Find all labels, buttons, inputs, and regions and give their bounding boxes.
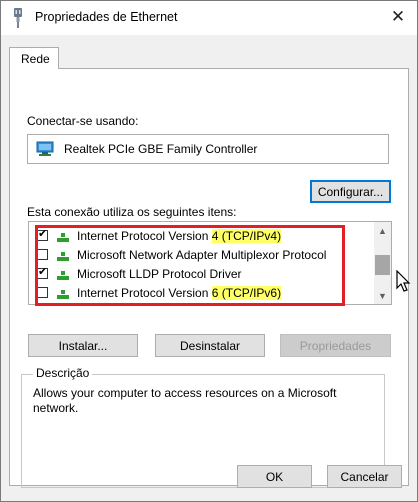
description-legend: Descrição bbox=[33, 366, 93, 380]
scroll-down-icon[interactable]: ▼ bbox=[374, 287, 391, 304]
tab-label: Rede bbox=[21, 52, 50, 66]
items-list-label: Esta conexão utiliza os seguintes itens: bbox=[27, 205, 237, 219]
ok-button[interactable]: OK bbox=[237, 465, 312, 488]
cancel-button[interactable]: Cancelar bbox=[327, 465, 402, 488]
checkbox-ipv4[interactable]: ✔ bbox=[37, 228, 48, 241]
network-adapter-icon bbox=[36, 141, 54, 156]
ethernet-plug-icon bbox=[14, 8, 22, 28]
dialog-body: Rede Conectar-se usando: Realtek PCIe GB… bbox=[1, 35, 417, 501]
items-list[interactable]: ✔ Internet Protocol Version 4 (TCP/IPv4)… bbox=[28, 221, 392, 305]
list-item-label: Internet Protocol Version 4 (TCP/IPv4) bbox=[77, 229, 282, 243]
title-bar: Propriedades de Ethernet ✕ bbox=[1, 1, 417, 35]
checkmark-icon: ✔ bbox=[38, 228, 48, 240]
checkbox-multiplexor[interactable] bbox=[37, 249, 48, 260]
list-item-label: Internet Protocol Version 6 (TCP/IPv6) bbox=[77, 286, 282, 300]
list-item-ipv4[interactable]: ✔ Internet Protocol Version 4 (TCP/IPv4) bbox=[29, 227, 374, 246]
list-item-lldp[interactable]: ✔ Microsoft LLDP Protocol Driver bbox=[29, 265, 374, 284]
window-title: Propriedades de Ethernet bbox=[35, 10, 178, 24]
list-item-label: Microsoft LLDP Protocol Driver bbox=[77, 267, 242, 281]
network-protocol-icon bbox=[57, 233, 69, 242]
tab-rede[interactable]: Rede bbox=[9, 47, 59, 69]
configure-button[interactable]: Configurar... bbox=[310, 180, 391, 203]
list-scrollbar[interactable]: ▲ ▼ bbox=[374, 222, 391, 304]
list-item-label: Microsoft Network Adapter Multiplexor Pr… bbox=[77, 248, 327, 262]
scrollbar-thumb[interactable] bbox=[375, 255, 390, 275]
list-item-ipv6[interactable]: Internet Protocol Version 6 (TCP/IPv6) bbox=[29, 284, 374, 303]
list-item-multiplexor[interactable]: Microsoft Network Adapter Multiplexor Pr… bbox=[29, 246, 374, 265]
checkbox-ipv6[interactable] bbox=[37, 287, 48, 298]
adapter-box: Realtek PCIe GBE Family Controller bbox=[27, 134, 389, 164]
network-protocol-icon bbox=[57, 271, 69, 280]
description-text: Allows your computer to access resources… bbox=[33, 386, 337, 415]
install-button[interactable]: Instalar... bbox=[28, 334, 138, 357]
network-protocol-icon bbox=[57, 252, 69, 261]
mouse-cursor-icon bbox=[396, 270, 411, 292]
checkmark-icon: ✔ bbox=[38, 266, 48, 278]
connect-using-label: Conectar-se usando: bbox=[27, 114, 139, 128]
close-icon: ✕ bbox=[390, 7, 406, 26]
close-button[interactable]: ✕ bbox=[383, 4, 413, 30]
scroll-up-icon[interactable]: ▲ bbox=[374, 222, 391, 239]
properties-button[interactable]: Propriedades bbox=[280, 334, 391, 357]
network-protocol-icon bbox=[57, 290, 69, 299]
tab-panel-rede: Conectar-se usando: Realtek PCIe GBE Fam… bbox=[9, 68, 411, 488]
adapter-name: Realtek PCIe GBE Family Controller bbox=[64, 142, 258, 156]
checkbox-lldp[interactable]: ✔ bbox=[37, 266, 48, 279]
ethernet-properties-dialog: Propriedades de Ethernet ✕ Rede Conectar… bbox=[0, 0, 418, 502]
uninstall-button[interactable]: Desinstalar bbox=[155, 334, 265, 357]
